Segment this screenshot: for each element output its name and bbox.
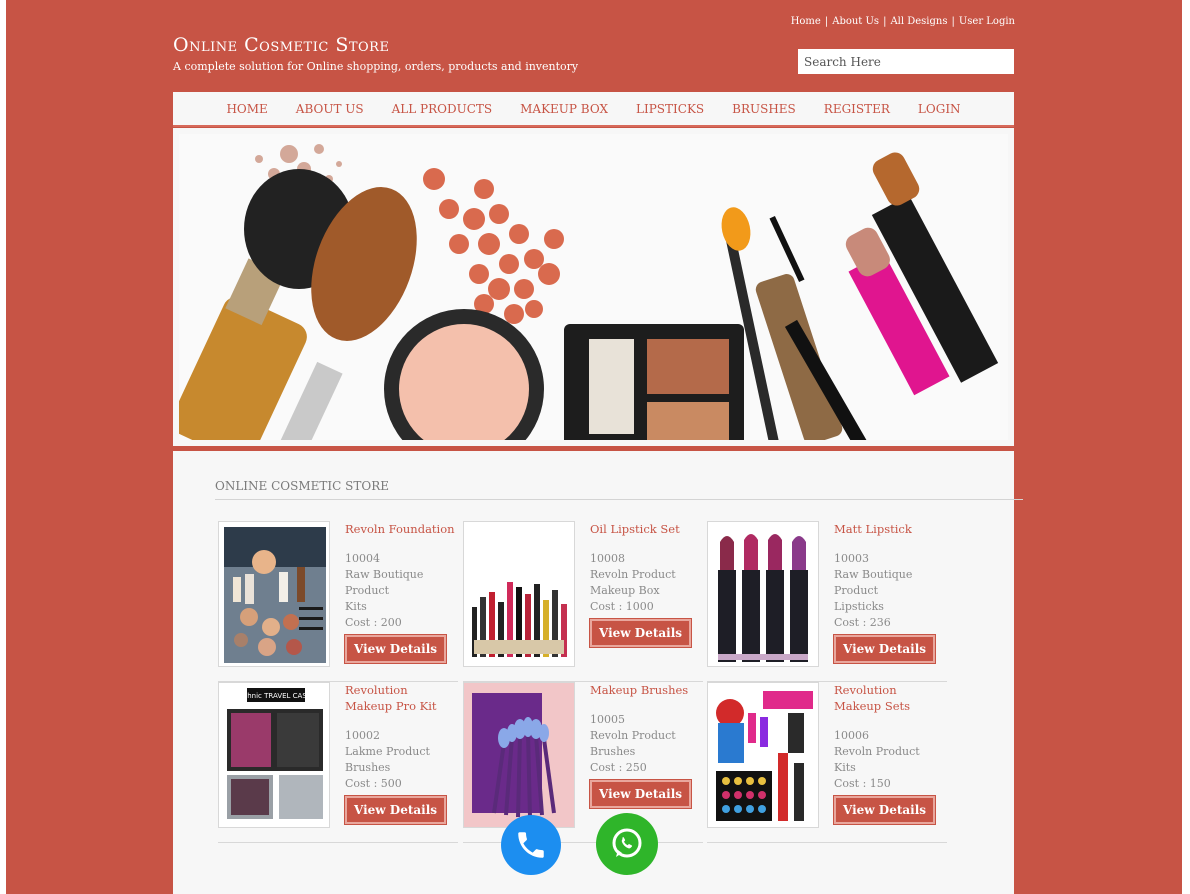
top-link-all-designs[interactable]: All Designs bbox=[890, 16, 947, 27]
foundation-kit-image bbox=[224, 527, 326, 663]
product-card: technic TRAVEL CASES Revolution Makeup P… bbox=[218, 682, 458, 843]
product-brand: Raw Boutique Product bbox=[345, 568, 424, 597]
lipstick-set-image bbox=[464, 522, 574, 666]
product-thumb[interactable] bbox=[463, 682, 575, 828]
cosmetics-banner-image bbox=[179, 134, 1008, 440]
product-thumb[interactable] bbox=[463, 521, 575, 667]
product-code: 10002 bbox=[345, 729, 380, 742]
product-cost: Cost : 236 bbox=[834, 616, 891, 629]
whatsapp-icon bbox=[612, 828, 642, 858]
main-nav: HOME ABOUT US ALL PRODUCTS MAKEUP BOX LI… bbox=[173, 92, 1014, 127]
svg-text:technic TRAVEL CASES: technic TRAVEL CASES bbox=[236, 692, 316, 700]
product-info: Revoln Foundation 10004 Raw Boutique Pro… bbox=[345, 521, 457, 663]
product-name[interactable]: Revolution Makeup Pro Kit bbox=[345, 682, 457, 714]
product-cost: Cost : 500 bbox=[345, 777, 402, 790]
product-cost: Cost : 1000 bbox=[590, 600, 654, 613]
view-details-button[interactable]: View Details bbox=[834, 635, 936, 663]
product-code: 10008 bbox=[590, 552, 625, 565]
product-card: Matt Lipstick 10003 Raw Boutique Product… bbox=[707, 521, 947, 682]
nav-lipsticks[interactable]: LIPSTICKS bbox=[636, 102, 704, 116]
nav-home[interactable]: HOME bbox=[226, 102, 267, 116]
product-card: Revoln Foundation 10004 Raw Boutique Pro… bbox=[218, 521, 458, 682]
product-brand: Revoln Product bbox=[590, 568, 676, 581]
product-category: Kits bbox=[834, 761, 856, 774]
product-section: ONLINE COSMETIC STORE Revoln Foundation bbox=[173, 451, 1023, 894]
product-name[interactable]: Revoln Foundation bbox=[345, 521, 457, 537]
makeup-case-image: technic TRAVEL CASES bbox=[219, 683, 329, 827]
product-code: 10006 bbox=[834, 729, 869, 742]
nav-brushes[interactable]: BRUSHES bbox=[732, 102, 796, 116]
product-brand: Revoln Product bbox=[834, 745, 920, 758]
product-card: Revolution Makeup Sets 10006 Revoln Prod… bbox=[707, 682, 947, 843]
product-info: Revolution Makeup Pro Kit 10002 Lakme Pr… bbox=[345, 682, 457, 824]
view-details-button[interactable]: View Details bbox=[834, 796, 936, 824]
product-info: Revolution Makeup Sets 10006 Revoln Prod… bbox=[834, 682, 946, 824]
phone-icon bbox=[518, 832, 544, 858]
whatsapp-button[interactable] bbox=[596, 813, 658, 875]
product-brand: Revoln Product bbox=[590, 729, 676, 742]
hero-banner bbox=[173, 128, 1014, 446]
product-code: 10003 bbox=[834, 552, 869, 565]
product-name[interactable]: Makeup Brushes bbox=[590, 682, 702, 698]
nav-makeup-box[interactable]: MAKEUP BOX bbox=[520, 102, 608, 116]
product-category: Brushes bbox=[590, 745, 636, 758]
product-code: 10004 bbox=[345, 552, 380, 565]
product-name[interactable]: Matt Lipstick bbox=[834, 521, 946, 537]
site-title[interactable]: Online Cosmetic Store bbox=[173, 34, 389, 56]
top-link-user-login[interactable]: User Login bbox=[959, 16, 1015, 27]
product-brand: Raw Boutique Product bbox=[834, 568, 913, 597]
product-thumb[interactable] bbox=[707, 682, 819, 828]
product-info: Makeup Brushes 10005 Revoln Product Brus… bbox=[590, 682, 702, 808]
section-title: ONLINE COSMETIC STORE bbox=[215, 479, 390, 493]
product-category: Brushes bbox=[345, 761, 391, 774]
product-category: Makeup Box bbox=[590, 584, 660, 597]
product-brand: Lakme Product bbox=[345, 745, 430, 758]
call-button[interactable] bbox=[501, 815, 561, 875]
view-details-button[interactable]: View Details bbox=[345, 796, 447, 824]
view-details-button[interactable]: View Details bbox=[345, 635, 447, 663]
nav-all-products[interactable]: ALL PRODUCTS bbox=[392, 102, 493, 116]
product-card: Oil Lipstick Set 10008 Revoln Product Ma… bbox=[463, 521, 703, 682]
view-details-button[interactable]: View Details bbox=[590, 619, 692, 647]
product-cost: Cost : 150 bbox=[834, 777, 891, 790]
nav-register[interactable]: REGISTER bbox=[824, 102, 890, 116]
product-code: 10005 bbox=[590, 713, 625, 726]
product-thumb[interactable] bbox=[707, 521, 819, 667]
product-thumb[interactable] bbox=[218, 521, 330, 667]
product-thumb[interactable]: technic TRAVEL CASES bbox=[218, 682, 330, 828]
makeup-sets-image bbox=[708, 683, 818, 827]
product-card: Makeup Brushes 10005 Revoln Product Brus… bbox=[463, 682, 703, 843]
nav-about-us[interactable]: ABOUT US bbox=[296, 102, 364, 116]
top-link-about[interactable]: About Us bbox=[832, 16, 879, 27]
cosmetics-illustration bbox=[179, 134, 1008, 440]
product-name[interactable]: Revolution Makeup Sets bbox=[834, 682, 946, 714]
product-info: Oil Lipstick Set 10008 Revoln Product Ma… bbox=[590, 521, 702, 647]
product-name[interactable]: Oil Lipstick Set bbox=[590, 521, 702, 537]
search-input[interactable] bbox=[798, 49, 1014, 74]
matt-lipstick-image bbox=[708, 522, 818, 666]
view-details-button[interactable]: View Details bbox=[590, 780, 692, 808]
top-link-home[interactable]: Home bbox=[791, 16, 821, 27]
product-category: Kits bbox=[345, 600, 367, 613]
product-cost: Cost : 250 bbox=[590, 761, 647, 774]
site-tagline: A complete solution for Online shopping,… bbox=[173, 60, 579, 73]
product-category: Lipsticks bbox=[834, 600, 884, 613]
section-divider bbox=[215, 499, 1023, 500]
top-links: Home | About Us | All Designs | User Login bbox=[790, 16, 1015, 27]
brush-set-image bbox=[464, 683, 574, 827]
product-cost: Cost : 200 bbox=[345, 616, 402, 629]
nav-login[interactable]: LOGIN bbox=[918, 102, 961, 116]
product-info: Matt Lipstick 10003 Raw Boutique Product… bbox=[834, 521, 946, 663]
